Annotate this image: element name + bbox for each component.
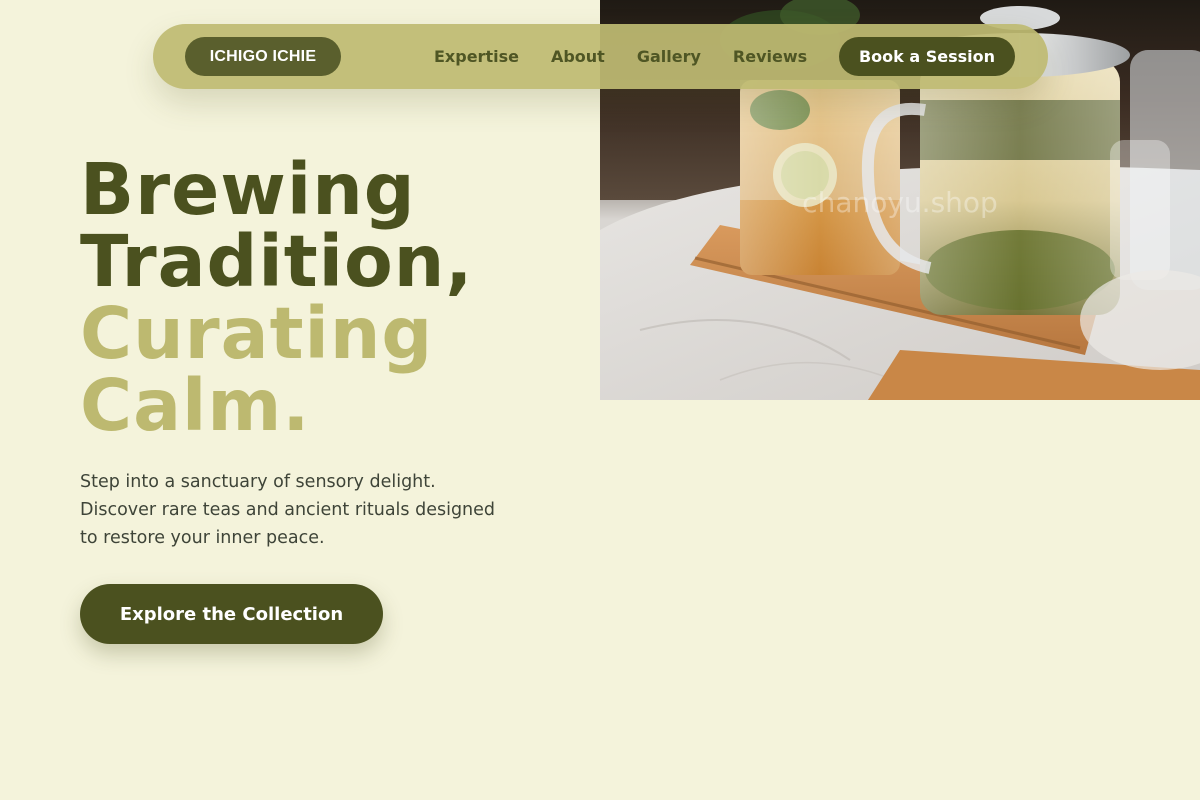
description-line: to restore your inner peace.	[80, 528, 325, 548]
nav-links: Expertise About Gallery Reviews	[434, 24, 807, 89]
hero-description: Step into a sanctuary of sensory delight…	[80, 468, 520, 552]
nav-link-about[interactable]: About	[551, 47, 605, 66]
hero-headline: Brewing Tradition, Curating Calm.	[80, 154, 473, 442]
description-line: Discover rare teas and ancient rituals d…	[80, 500, 496, 520]
top-nav: ICHIGO ICHIE Expertise About Gallery Rev…	[153, 24, 1048, 89]
nav-link-gallery[interactable]: Gallery	[637, 47, 701, 66]
nav-link-expertise[interactable]: Expertise	[434, 47, 519, 66]
brand-logo[interactable]: ICHIGO ICHIE	[185, 37, 341, 76]
headline-line-accent: Curating	[80, 292, 434, 375]
explore-collection-button[interactable]: Explore the Collection	[80, 584, 383, 644]
image-watermark: chanoyu.shop	[802, 186, 998, 219]
headline-line: Brewing	[80, 148, 416, 231]
description-line: Step into a sanctuary of sensory delight…	[80, 472, 436, 492]
nav-link-reviews[interactable]: Reviews	[733, 47, 807, 66]
headline-line: Tradition,	[80, 220, 474, 303]
book-session-button[interactable]: Book a Session	[839, 37, 1015, 76]
headline-line-accent: Calm.	[80, 364, 311, 447]
